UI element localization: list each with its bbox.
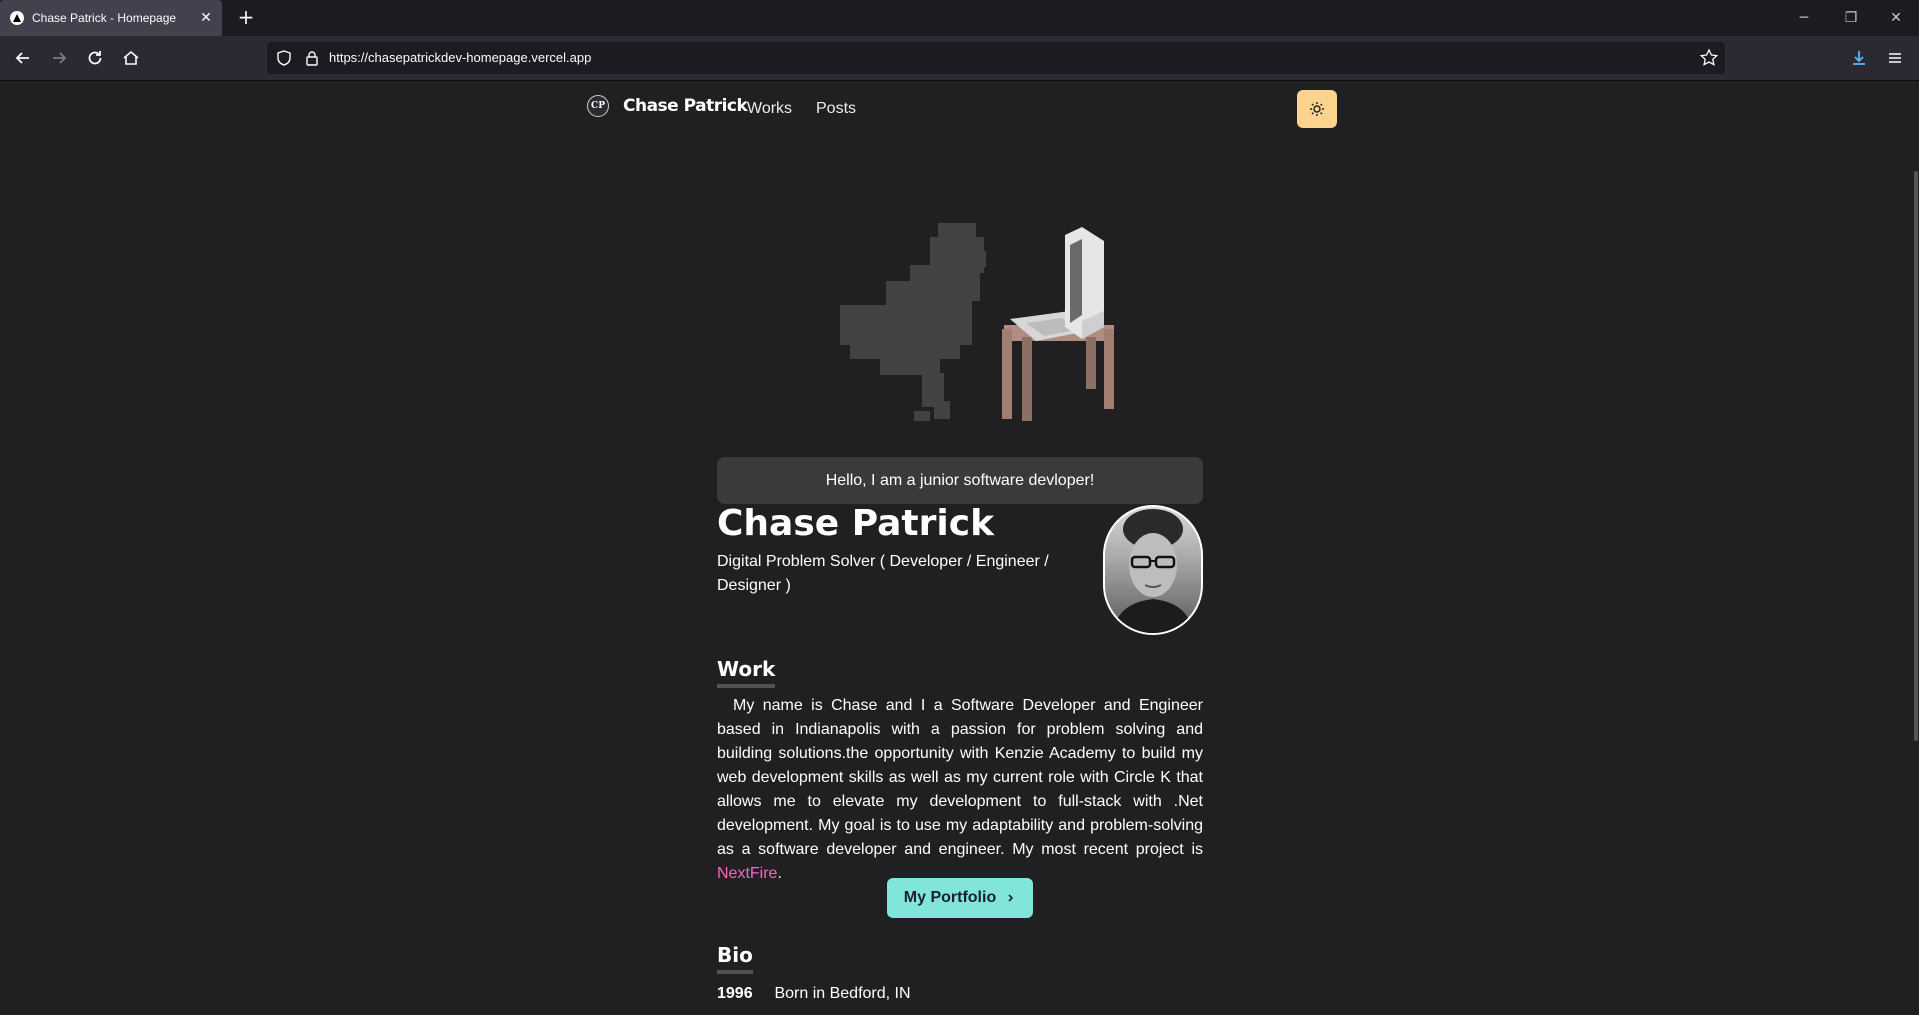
work-text: My name is Chase and I a Software Develo… — [717, 697, 1203, 858]
browser-tab-bar: Chase Patrick - Homepage ✕ + ─ ❐ ✕ — [0, 0, 1919, 36]
bio-year: 1996 — [717, 985, 753, 1002]
downloads-icon[interactable] — [1848, 47, 1870, 69]
home-icon[interactable] — [120, 47, 142, 69]
profile-photo — [1113, 509, 1193, 633]
sun-icon — [1310, 102, 1324, 116]
greeting-box: Hello, I am a junior software devloper! — [717, 457, 1203, 504]
shield-icon[interactable] — [275, 49, 293, 67]
portfolio-button-label: My Portfolio — [903, 889, 997, 906]
bio-text: Born in Bedford, IN — [774, 985, 911, 1002]
forward-icon[interactable] — [48, 47, 70, 69]
subtitle: Digital Problem Solver ( Developer / Eng… — [717, 553, 1049, 594]
vercel-favicon-icon — [10, 11, 24, 25]
nav-link-works[interactable]: Works — [747, 100, 792, 118]
menu-icon[interactable] — [1884, 47, 1906, 69]
page-title: Chase Patrick — [717, 503, 995, 544]
site-logo[interactable]: CP Chase Patrick — [587, 95, 748, 117]
new-tab-icon[interactable]: + — [236, 7, 256, 28]
work-trailing: . — [777, 865, 782, 882]
browser-toolbar: https://chasepatrickdev-homepage.vercel.… — [0, 36, 1919, 81]
logo-name: Chase Patrick — [623, 96, 748, 116]
bio-heading: Bio — [717, 943, 753, 974]
minimize-icon[interactable]: ─ — [1794, 8, 1814, 28]
profile-avatar — [1103, 505, 1203, 635]
nav-link-posts[interactable]: Posts — [816, 100, 856, 118]
theme-toggle-button[interactable] — [1297, 90, 1337, 128]
restore-icon[interactable]: ❐ — [1841, 8, 1861, 28]
lock-icon[interactable] — [303, 49, 321, 67]
chevron-right-icon — [1008, 894, 1014, 902]
bio-entry: 1996 Born in Bedford, IN — [717, 985, 911, 1003]
back-icon[interactable] — [12, 47, 34, 69]
logo-badge: CP — [587, 95, 609, 117]
browser-tab[interactable]: Chase Patrick - Homepage ✕ — [0, 0, 222, 36]
work-paragraph: My name is Chase and I a Software Develo… — [717, 694, 1203, 886]
scrollbar-thumb[interactable] — [1914, 171, 1918, 741]
work-heading: Work — [717, 657, 776, 688]
url-text[interactable]: https://chasepatrickdev-homepage.vercel.… — [329, 50, 591, 65]
nextfire-link[interactable]: NextFire — [717, 865, 777, 882]
reload-icon[interactable] — [84, 47, 106, 69]
my-portfolio-button[interactable]: My Portfolio — [887, 878, 1033, 918]
voxel-dog-and-desk-illustration — [840, 223, 1114, 421]
bookmark-star-icon[interactable] — [1699, 48, 1719, 68]
window-close-icon[interactable]: ✕ — [1886, 8, 1906, 28]
close-tab-icon[interactable]: ✕ — [198, 10, 214, 26]
scrollbar[interactable] — [1913, 81, 1919, 1015]
tab-title: Chase Patrick - Homepage — [32, 11, 177, 25]
url-bar[interactable]: https://chasepatrickdev-homepage.vercel.… — [267, 42, 1725, 74]
